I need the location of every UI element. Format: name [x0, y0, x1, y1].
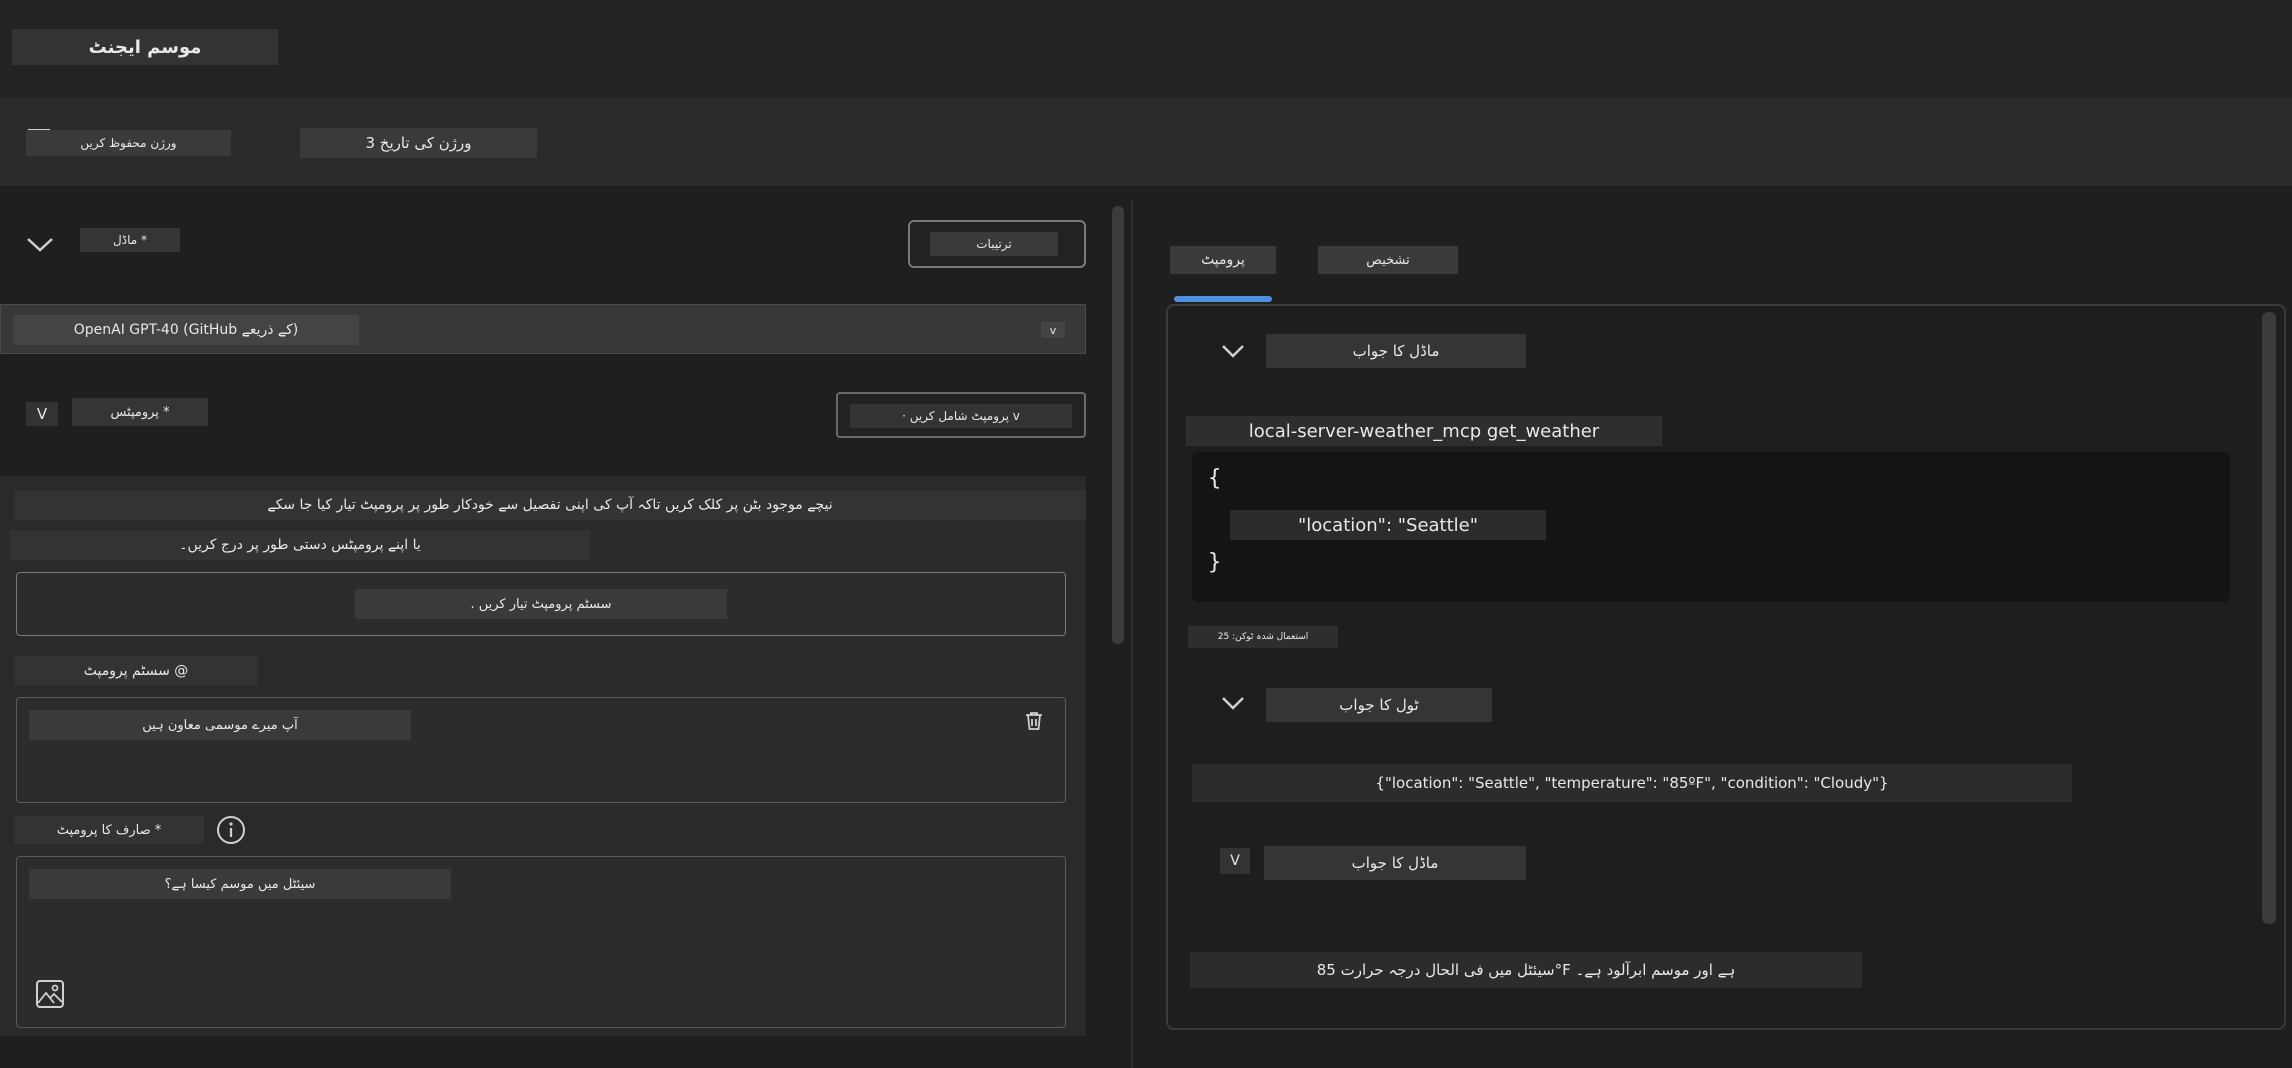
add-prompt-button[interactable]: · پرومپٹ شامل کریں v — [836, 392, 1086, 438]
info-icon[interactable] — [216, 815, 246, 845]
trash-icon[interactable] — [1023, 710, 1045, 732]
pane-divider[interactable] — [1131, 200, 1133, 1068]
tool-response-chevron-icon[interactable] — [1218, 692, 1248, 714]
model-label: ماڈل * — [80, 228, 180, 252]
model-response-toggle[interactable]: V — [1220, 848, 1250, 874]
code-open-brace: { — [1208, 466, 1222, 491]
agent-title: موسم ایجنٹ — [12, 29, 278, 65]
save-version-button[interactable]: ورژن محفوظ کریں — [26, 130, 231, 156]
right-scrollbar[interactable] — [2262, 312, 2276, 924]
model-response-chevron-icon[interactable] — [1218, 340, 1248, 362]
prompts-label: پرومپٹس * — [72, 398, 208, 426]
chevron-down-icon: v — [1041, 322, 1065, 338]
model-response-title: ماڈل کا جواب — [1266, 334, 1526, 368]
tab-prompt[interactable]: پرومپٹ — [1170, 246, 1276, 274]
tab-evaluation[interactable]: تشخیص — [1318, 246, 1458, 274]
code-close-brace: } — [1208, 550, 1222, 575]
image-attach-icon[interactable] — [35, 979, 65, 1009]
tokens-used: استعمال شدہ ٹوکن: 25 — [1188, 626, 1338, 648]
instruction-line-1: نیچے موجود بٹن پر کلک کریں تاکہ آپ کی اپ… — [14, 490, 1086, 520]
final-answer: سیئٹل میں فی الحال درجہ حرارت 85°F ہے او… — [1190, 952, 1862, 988]
system-prompt-label: سسٹم پرومپٹ @ — [14, 656, 258, 686]
model-response-title-2: ماڈل کا جواب — [1264, 846, 1526, 880]
tool-response-value: {"location": "Seattle", "temperature": "… — [1192, 764, 2072, 802]
tool-call-name: local-server-weather_mcp get_weather — [1186, 416, 1662, 446]
settings-label: ترتیبات — [930, 232, 1058, 256]
left-scrollbar[interactable] — [1112, 206, 1124, 644]
model-collapse-chevron-icon[interactable] — [24, 232, 56, 256]
user-prompt-label: صارف کا پرومپٹ * — [14, 816, 204, 844]
user-prompt-field[interactable]: سیئٹل میں موسم کیسا ہے؟ — [16, 856, 1066, 1028]
settings-button[interactable]: ترتیبات — [908, 220, 1086, 268]
model-select[interactable]: OpenAI GPT-40 (GitHub کے ذریعے) v — [0, 304, 1086, 354]
tool-response-title: ٹول کا جواب — [1266, 688, 1492, 722]
response-panel — [1166, 304, 2286, 1030]
title-bar — [0, 0, 2292, 98]
add-prompt-label: · پرومپٹ شامل کریں v — [850, 404, 1072, 428]
tool-call-code-block: { "location": "Seattle" } — [1192, 452, 2230, 602]
code-location-line: "location": "Seattle" — [1230, 510, 1546, 540]
system-prompt-value: آپ میرے موسمی معاون ہیں — [29, 710, 411, 740]
version-history-button[interactable]: 3 ورژن کی تاریخ — [300, 128, 537, 158]
selected-model-value: OpenAI GPT-40 (GitHub کے ذریعے) — [13, 315, 359, 345]
generate-prompt-label: . سسٹم پرومپٹ تیار کریں — [355, 589, 727, 619]
tab-prompt-active-indicator — [1174, 296, 1272, 302]
generate-prompt-button[interactable]: . سسٹم پرومپٹ تیار کریں — [16, 572, 1066, 636]
prompts-collapse-toggle[interactable]: V — [26, 402, 58, 426]
instruction-line-2: یا اپنے پرومپٹس دستی طور پر درج کریں۔ — [10, 530, 590, 560]
system-prompt-field[interactable]: آپ میرے موسمی معاون ہیں — [16, 697, 1066, 803]
user-prompt-value: سیئٹل میں موسم کیسا ہے؟ — [29, 869, 451, 899]
